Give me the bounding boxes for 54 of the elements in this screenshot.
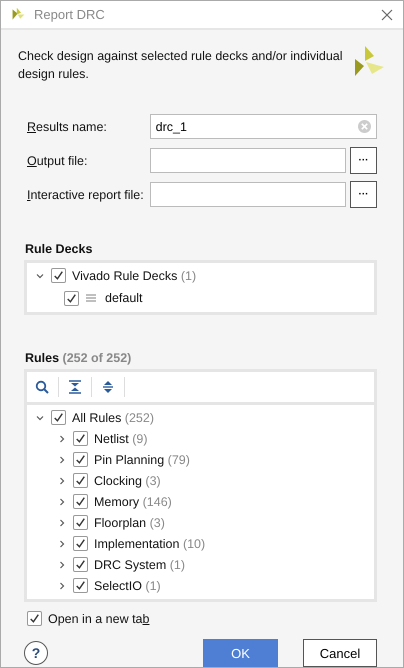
description-text: Check design against selected rule decks and/or individual design rules. (18, 48, 344, 83)
tree-item-label: Memory (146) (94, 494, 172, 508)
tree-item-label: DRC System (1) (94, 558, 185, 572)
section-heading: Rules (25, 351, 60, 365)
chevron-icon[interactable] (57, 454, 67, 464)
checkbox[interactable] (73, 515, 88, 530)
checkbox[interactable] (27, 611, 42, 626)
tree-item-label: Floorplan (3) (94, 516, 165, 530)
expand-all-icon[interactable] (101, 380, 115, 394)
chevron-icon[interactable] (57, 560, 67, 570)
field-label: Interactive report file: (27, 188, 145, 202)
tree-item-label: default (105, 291, 143, 305)
tree-item-label: Implementation (10) (94, 536, 206, 550)
browse-button[interactable]: ··· (350, 147, 377, 174)
tree-item-label: All Rules (252) (72, 410, 154, 424)
close-icon[interactable] (381, 8, 393, 20)
chevron-icon[interactable] (57, 518, 67, 528)
chevron-icon[interactable] (57, 476, 67, 486)
checkbox[interactable] (73, 494, 88, 509)
chevron-icon[interactable] (57, 538, 67, 548)
tree-item-label: Netlist (9) (94, 432, 148, 446)
field-label: Output file: (27, 154, 88, 168)
text-field[interactable] (150, 182, 346, 207)
browse-button[interactable]: ··· (350, 181, 377, 208)
chevron-icon[interactable] (57, 580, 67, 590)
checkbox[interactable] (73, 452, 88, 467)
chevron-icon[interactable] (57, 496, 67, 506)
text-field[interactable] (150, 148, 346, 173)
checkbox[interactable] (73, 473, 88, 488)
checkbox[interactable] (73, 578, 88, 593)
ok-button[interactable]: OK (203, 639, 278, 667)
section-heading: Rule Decks (25, 242, 94, 256)
checkbox-label[interactable]: Open in a new tab (48, 612, 150, 626)
tree-item-label: Vivado Rule Decks (1) (72, 268, 196, 282)
app-logo-icon (353, 45, 385, 77)
window-title: Report DRC (34, 7, 106, 22)
help-button[interactable]: ? (24, 641, 48, 665)
chevron-icon[interactable] (57, 434, 67, 444)
checkbox[interactable] (64, 290, 79, 306)
tree-item-label: Clocking (3) (94, 474, 161, 488)
checkbox[interactable] (73, 431, 88, 446)
checkbox[interactable] (51, 268, 66, 283)
tree-item-label: Pin Planning (79) (94, 452, 190, 466)
layers-icon (85, 292, 97, 304)
cancel-button[interactable]: Cancel (303, 639, 377, 667)
checkbox[interactable] (51, 410, 66, 425)
collapse-all-icon[interactable] (68, 380, 82, 394)
rule-count: (252 of 252) (62, 351, 132, 365)
checkbox[interactable] (73, 536, 88, 551)
tree-item-label: SelectIO (1) (94, 578, 161, 592)
checkbox[interactable] (73, 557, 88, 572)
search-icon[interactable] (35, 380, 49, 394)
field-label: Results name: (27, 120, 108, 134)
text-field[interactable]: drc_1 (150, 114, 377, 139)
